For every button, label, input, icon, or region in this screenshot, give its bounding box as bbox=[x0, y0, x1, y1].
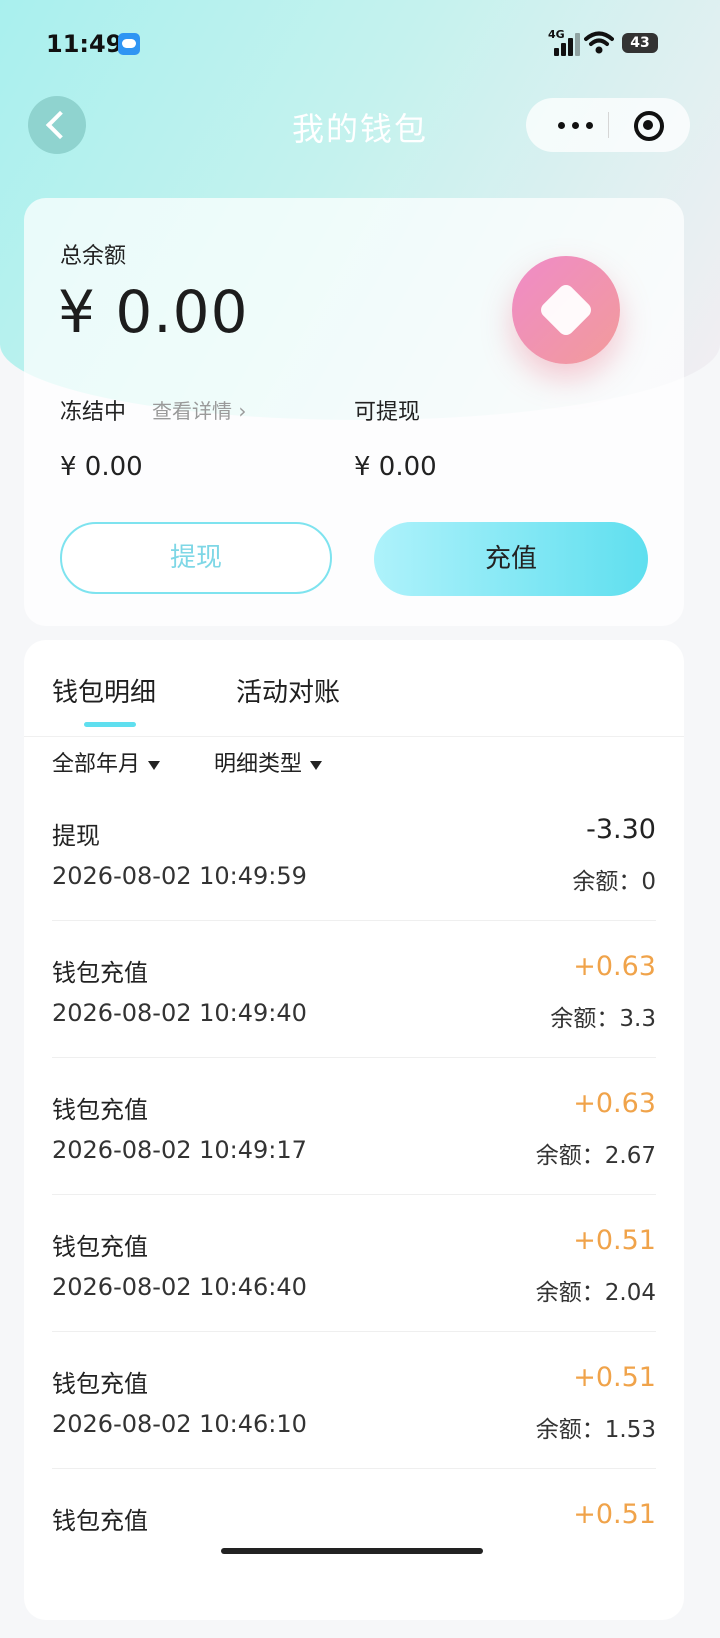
record-balance: 余额：0 bbox=[572, 869, 656, 895]
capsule-divider bbox=[608, 112, 609, 138]
battery-icon: 43 bbox=[622, 33, 658, 53]
record-amount: +0.51 bbox=[573, 1499, 656, 1530]
caret-down-icon bbox=[310, 760, 323, 770]
tab-wallet-details[interactable]: 钱包明细 bbox=[52, 672, 156, 709]
record-amount: +0.51 bbox=[573, 1225, 656, 1256]
divider bbox=[52, 920, 656, 921]
list-item[interactable]: 钱包充值 2026-08-02 10:49:17 +0.63 余额：2.67 bbox=[52, 1088, 656, 1227]
record-name: 钱包充值 bbox=[52, 1370, 148, 1398]
withdrawable-label: 可提现 bbox=[354, 400, 421, 425]
record-date: 2026-08-02 10:46:40 bbox=[52, 1273, 307, 1301]
divider bbox=[52, 1468, 656, 1469]
record-name: 钱包充值 bbox=[52, 959, 148, 987]
record-balance: 余额：3.3 bbox=[550, 1006, 656, 1032]
record-balance: 余额：1.53 bbox=[535, 1417, 656, 1443]
recharge-button[interactable]: 充值 bbox=[374, 522, 648, 596]
mini-program-capsule bbox=[526, 98, 690, 152]
frozen-amount: ¥ 0.00 bbox=[60, 452, 143, 482]
record-balance: 余额：2.04 bbox=[535, 1280, 656, 1306]
tab-activity-reconciliation[interactable]: 活动对账 bbox=[236, 672, 340, 709]
list-item[interactable]: 钱包充值 +0.51 bbox=[52, 1499, 656, 1638]
divider bbox=[52, 1331, 656, 1332]
caret-down-icon bbox=[148, 760, 161, 770]
list-item[interactable]: 钱包充值 2026-08-02 10:49:40 +0.63 余额：3.3 bbox=[52, 951, 656, 1090]
tab-divider bbox=[24, 736, 684, 737]
frozen-label: 冻结中 bbox=[60, 400, 127, 425]
filter-type-dropdown[interactable]: 明细类型 bbox=[214, 746, 323, 778]
status-bar: 11:49 4G 43 bbox=[0, 0, 720, 88]
details-card: 钱包明细 活动对账 全部年月 明细类型 提现 2026-08-02 10:49:… bbox=[24, 640, 684, 1620]
divider bbox=[52, 1057, 656, 1058]
record-date: 2026-08-02 10:49:40 bbox=[52, 999, 307, 1027]
close-target-icon[interactable] bbox=[626, 104, 670, 146]
home-indicator[interactable] bbox=[221, 1548, 483, 1554]
filter-type-label: 明细类型 bbox=[214, 752, 303, 777]
record-balance: 余额：2.67 bbox=[535, 1143, 656, 1169]
weather-icon bbox=[118, 33, 140, 55]
record-date: 2026-08-02 10:46:10 bbox=[52, 1410, 307, 1438]
record-name: 钱包充值 bbox=[52, 1096, 148, 1124]
withdraw-button[interactable]: 提现 bbox=[60, 522, 332, 594]
balance-card: 总余额 ¥ 0.00 冻结中 查看详情 › 可提现 ¥ 0.00 ¥ 0.00 … bbox=[24, 198, 684, 626]
filter-month-dropdown[interactable]: 全部年月 bbox=[52, 746, 161, 778]
record-name: 钱包充值 bbox=[52, 1233, 148, 1261]
list-item[interactable]: 钱包充值 2026-08-02 10:46:40 +0.51 余额：2.04 bbox=[52, 1225, 656, 1364]
total-balance-amount: ¥ 0.00 bbox=[58, 278, 249, 346]
record-amount: +0.63 bbox=[573, 951, 656, 982]
network-type: 4G bbox=[548, 28, 565, 41]
view-details-link[interactable]: 查看详情 › bbox=[152, 395, 246, 424]
filter-month-label: 全部年月 bbox=[52, 752, 141, 777]
status-time: 11:49 bbox=[46, 30, 123, 58]
total-balance-label: 总余额 bbox=[60, 244, 127, 269]
record-name: 钱包充值 bbox=[52, 1507, 148, 1535]
active-tab-indicator bbox=[84, 722, 136, 727]
record-amount: +0.51 bbox=[573, 1362, 656, 1393]
list-item[interactable]: 提现 2026-08-02 10:49:59 -3.30 余额：0 bbox=[52, 814, 656, 953]
record-date: 2026-08-02 10:49:17 bbox=[52, 1136, 307, 1164]
divider bbox=[52, 1194, 656, 1195]
record-amount: +0.63 bbox=[573, 1088, 656, 1119]
more-icon[interactable] bbox=[548, 98, 608, 152]
withdrawable-amount: ¥ 0.00 bbox=[354, 452, 437, 482]
wifi-icon bbox=[584, 31, 614, 54]
record-date: 2026-08-02 10:49:59 bbox=[52, 862, 307, 890]
list-item[interactable]: 钱包充值 2026-08-02 10:46:10 +0.51 余额：1.53 bbox=[52, 1362, 656, 1501]
record-name: 提现 bbox=[52, 822, 100, 850]
signal-icon: 4G bbox=[548, 28, 580, 56]
wallet-badge-icon bbox=[512, 256, 620, 364]
record-amount: -3.30 bbox=[586, 814, 656, 845]
